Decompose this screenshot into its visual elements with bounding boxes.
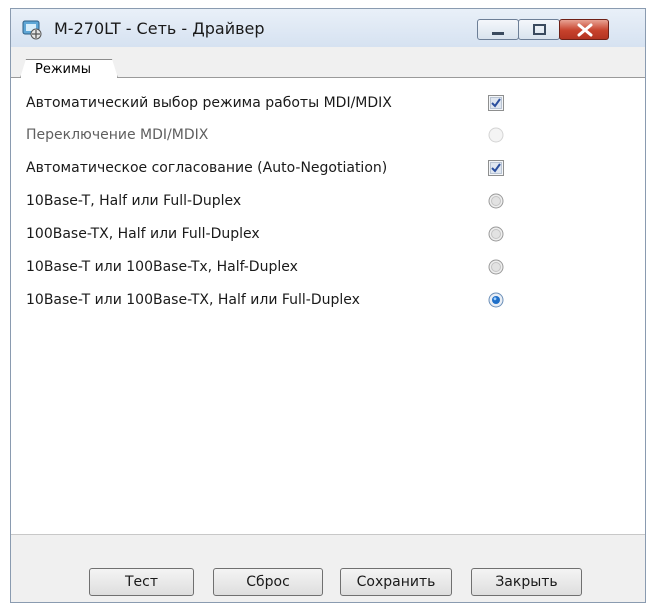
network-driver-icon	[21, 19, 43, 41]
option-row-half-full-duplex: 10Base-T или 100Base-TX, Half или Full-D…	[26, 290, 626, 310]
button-bar: Тест Сброс Сохранить Закрыть	[11, 534, 645, 602]
minimize-button[interactable]	[477, 19, 519, 40]
option-row-mdix-switch: Переключение MDI/MDIX	[26, 125, 626, 145]
mdix-switch-radio[interactable]	[488, 127, 504, 143]
option-label: Автоматическое согласование (Auto-Negoti…	[26, 160, 388, 176]
reset-button[interactable]: Сброс	[213, 568, 323, 596]
radio-unchecked-icon	[488, 193, 504, 209]
save-button[interactable]: Сохранить	[340, 568, 452, 596]
radio-unchecked-icon	[488, 226, 504, 242]
mode-10base-t-radio[interactable]	[488, 193, 504, 209]
radio-disabled-icon	[488, 127, 504, 143]
option-row-half-duplex: 10Base-T или 100Base-Tx, Half-Duplex	[26, 257, 626, 277]
mode-half-full-duplex-radio[interactable]	[488, 292, 504, 308]
title-bar[interactable]: M-270LT - Сеть - Драйвер	[11, 9, 645, 47]
radio-unchecked-icon	[488, 259, 504, 275]
tab-modes[interactable]: Режимы	[20, 59, 118, 78]
radio-checked-icon	[488, 292, 504, 308]
mode-half-duplex-radio[interactable]	[488, 259, 504, 275]
close-icon	[577, 23, 593, 37]
tab-strip: Режимы	[11, 47, 645, 78]
option-row-100base-tx: 100Base-TX, Half или Full-Duplex	[26, 224, 626, 244]
driver-window: M-270LT - Сеть - Драйвер Режимы Автомати…	[10, 8, 646, 603]
option-label: 100Base-TX, Half или Full-Duplex	[26, 226, 260, 242]
option-label: Автоматический выбор режима работы MDI/M…	[26, 95, 392, 111]
option-label: 10Base-T или 100Base-TX, Half или Full-D…	[26, 292, 360, 308]
option-label: 10Base-T или 100Base-Tx, Half-Duplex	[26, 259, 298, 275]
option-label: 10Base-T, Half или Full-Duplex	[26, 193, 242, 209]
checkbox-checked-icon	[488, 95, 504, 111]
mode-100base-tx-radio[interactable]	[488, 226, 504, 242]
auto-negotiation-checkbox[interactable]	[488, 160, 504, 176]
close-window-button[interactable]	[559, 19, 609, 40]
option-row-10base-t: 10Base-T, Half или Full-Duplex	[26, 191, 626, 211]
minimize-icon	[492, 32, 504, 35]
option-label: Переключение MDI/MDIX	[26, 127, 209, 143]
option-row-auto-negotiation: Автоматическое согласование (Auto-Negoti…	[26, 158, 626, 178]
window-title: M-270LT - Сеть - Драйвер	[54, 19, 265, 38]
options-panel: Автоматический выбор режима работы MDI/M…	[11, 78, 645, 534]
maximize-button[interactable]	[518, 19, 560, 40]
test-button[interactable]: Тест	[89, 568, 194, 596]
close-button[interactable]: Закрыть	[471, 568, 582, 596]
auto-mdix-checkbox[interactable]	[488, 95, 504, 111]
maximize-icon	[533, 24, 546, 35]
option-row-auto-mdix: Автоматический выбор режима работы MDI/M…	[26, 93, 626, 113]
checkbox-checked-icon	[488, 160, 504, 176]
